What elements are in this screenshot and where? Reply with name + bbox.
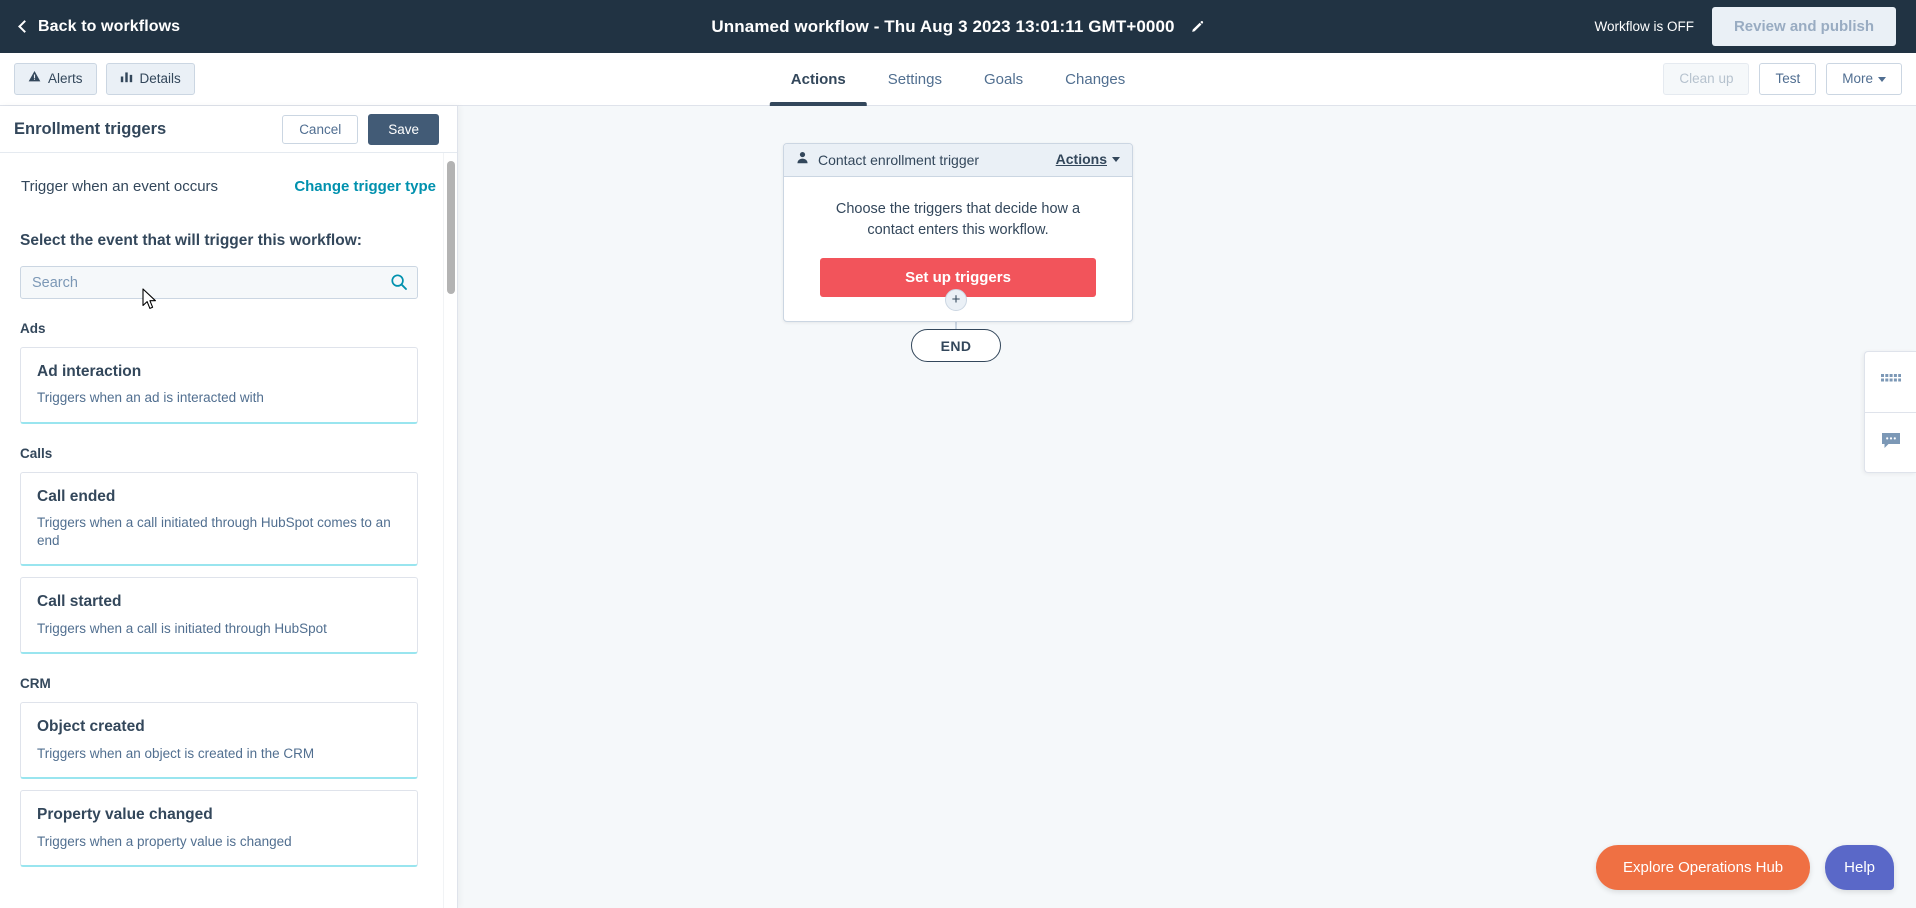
event-card-description: Triggers when a call is initiated throug… (37, 620, 327, 636)
warning-triangle-icon (28, 70, 41, 87)
event-card-description: Triggers when a property value is change… (37, 833, 292, 849)
trigger-card-header: Contact enrollment trigger Actions (784, 144, 1132, 177)
tab-actions-label: Actions (790, 70, 846, 88)
trigger-type-row: Trigger when an event occurs Change trig… (20, 153, 437, 195)
select-event-heading: Select the event that will trigger this … (20, 232, 362, 249)
panel-scrollbar-thumb[interactable] (447, 161, 455, 294)
end-node[interactable]: END (911, 329, 1001, 362)
apps-grid-button[interactable] (1865, 352, 1916, 412)
event-group-label-crm: CRM (20, 676, 51, 692)
workflow-tabs: Actions Settings Goals Changes (769, 53, 1146, 106)
tab-bar-left-group: Alerts Details (14, 63, 195, 95)
change-trigger-type-link[interactable]: Change trigger type (294, 178, 436, 195)
details-button-label: Details (139, 70, 181, 86)
details-button[interactable]: Details (105, 63, 195, 95)
caret-down-icon (1112, 157, 1120, 163)
more-button[interactable]: More (1826, 63, 1902, 95)
alerts-button[interactable]: Alerts (14, 63, 97, 95)
tab-changes[interactable]: Changes (1044, 53, 1146, 106)
event-card-property-value-changed[interactable]: Property value changed Triggers when a p… (20, 790, 418, 868)
event-card-description: Triggers when an object is created in th… (37, 745, 315, 761)
chat-bubble-icon (1881, 432, 1901, 454)
apps-grid-icon (1880, 373, 1901, 391)
search-icon[interactable] (390, 273, 408, 291)
event-card-ad-interaction[interactable]: Ad interaction Triggers when an ad is in… (20, 347, 418, 424)
tab-actions[interactable]: Actions (769, 53, 867, 106)
cancel-button[interactable]: Cancel (282, 114, 359, 144)
contact-person-icon (796, 151, 809, 169)
event-card-title: Property value changed (37, 806, 213, 824)
event-card-title: Call ended (37, 487, 116, 505)
chat-bubble-button[interactable] (1865, 412, 1916, 472)
tab-settings[interactable]: Settings (867, 53, 963, 106)
enrollment-triggers-panel: Enrollment triggers Cancel Save Trigger … (0, 106, 458, 908)
back-to-workflows-label: Back to workflows (38, 17, 181, 35)
pencil-icon[interactable] (1191, 20, 1205, 34)
save-button[interactable]: Save (368, 113, 439, 145)
floating-action-group: Explore Operations Hub Help (1596, 845, 1894, 890)
explore-operations-hub-button[interactable]: Explore Operations Hub (1596, 845, 1811, 890)
chevron-left-icon (18, 19, 31, 33)
tab-settings-label: Settings (887, 70, 942, 88)
search-input[interactable] (20, 266, 418, 299)
panel-header-actions: Cancel Save (282, 113, 439, 145)
event-card-title: Object created (37, 718, 145, 736)
event-group-label-calls: Calls (20, 445, 53, 461)
trigger-card-description: Choose the triggers that decide how a co… (835, 201, 1081, 238)
event-card-call-started[interactable]: Call started Triggers when a call is ini… (20, 577, 418, 655)
workflow-title: Unnamed workflow - Thu Aug 3 2023 13:01:… (711, 16, 1175, 36)
workflow-canvas: Contact enrollment trigger Actions Choos… (458, 106, 1916, 908)
trigger-actions-label: Actions (1055, 151, 1107, 167)
right-side-rail (1864, 351, 1916, 473)
panel-body: Trigger when an event occurs Change trig… (0, 153, 457, 908)
panel-header: Enrollment triggers Cancel Save (0, 106, 457, 153)
top-navigation-right-group: Workflow is OFF Review and publish (1594, 7, 1896, 46)
top-navigation-bar: Back to workflows Unnamed workflow - Thu… (0, 0, 1916, 53)
panel-scrollbar[interactable] (443, 153, 457, 908)
tab-bar-right-group: Clean up Test More (1663, 63, 1902, 95)
search-field-wrapper (20, 266, 418, 299)
add-step-button[interactable] (945, 289, 967, 311)
tab-bar: Alerts Details Actions Settings Goals Ch… (0, 53, 1916, 106)
event-card-call-ended[interactable]: Call ended Triggers when a call initiate… (20, 471, 418, 567)
bar-chart-icon (120, 70, 133, 87)
back-to-workflows-link[interactable]: Back to workflows (18, 17, 181, 36)
alerts-button-label: Alerts (48, 70, 83, 86)
trigger-card-header-left: Contact enrollment trigger (796, 151, 979, 169)
more-button-label: More (1842, 71, 1873, 87)
help-button[interactable]: Help (1825, 845, 1894, 890)
tab-goals-label: Goals (983, 70, 1024, 88)
tab-goals[interactable]: Goals (963, 53, 1044, 106)
test-button[interactable]: Test (1759, 63, 1817, 95)
event-group-label-ads: Ads (20, 321, 46, 336)
trigger-type-label: Trigger when an event occurs (21, 178, 219, 195)
tab-changes-label: Changes (1065, 70, 1126, 88)
event-card-title: Ad interaction (37, 363, 142, 380)
workflow-title-group: Unnamed workflow - Thu Aug 3 2023 13:01:… (711, 17, 1204, 37)
panel-title: Enrollment triggers (14, 119, 167, 138)
event-card-description: Triggers when an ad is interacted with (37, 390, 264, 406)
workflow-status-text: Workflow is OFF (1594, 19, 1694, 34)
trigger-card-title: Contact enrollment trigger (818, 152, 980, 168)
caret-down-icon (1878, 77, 1886, 83)
clean-up-button[interactable]: Clean up (1663, 63, 1750, 95)
event-card-object-created[interactable]: Object created Triggers when an object i… (20, 702, 418, 780)
trigger-card-actions-menu[interactable]: Actions (1056, 151, 1120, 169)
event-card-description: Triggers when a call initiated through H… (37, 515, 391, 548)
review-and-publish-button[interactable]: Review and publish (1711, 7, 1896, 46)
event-card-title: Call started (37, 593, 122, 611)
